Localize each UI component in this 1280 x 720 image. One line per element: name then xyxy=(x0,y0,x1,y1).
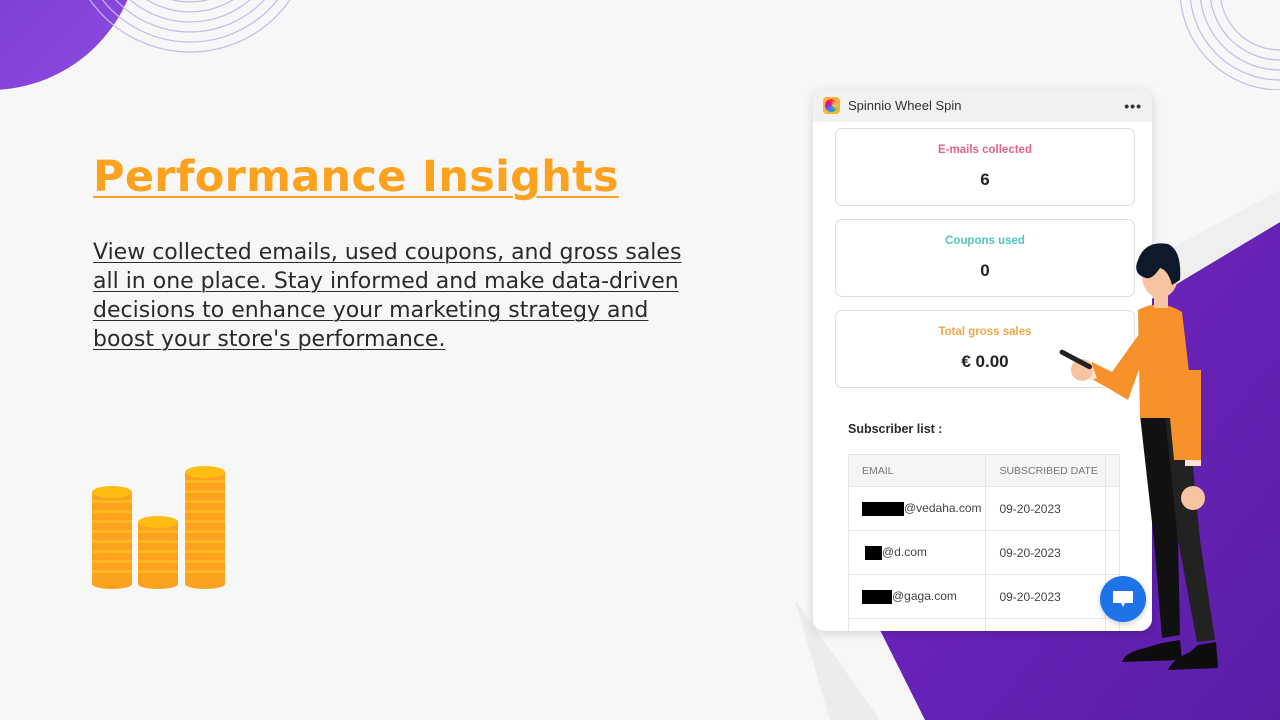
spinnio-wheel-icon xyxy=(823,97,840,114)
more-options-button[interactable]: ••• xyxy=(1124,98,1142,114)
redacted-block xyxy=(862,501,904,516)
coin-stacks-icon xyxy=(92,466,225,589)
email-cell: @d.com xyxy=(847,530,987,575)
stat-card-emails: E-mails collected 6 xyxy=(835,128,1135,206)
decorative-rings-top-right xyxy=(1179,0,1280,90)
email-cell: @vedaha.com xyxy=(847,486,987,531)
email-cell xyxy=(847,618,987,631)
email-cell: @gaga.com xyxy=(847,574,987,619)
redacted-block xyxy=(865,545,882,560)
app-name: Spinnio Wheel Spin xyxy=(848,98,962,113)
chat-bubble-icon xyxy=(1113,591,1133,607)
redacted-block xyxy=(862,589,892,604)
panel-header: Spinnio Wheel Spin ••• xyxy=(813,89,1152,122)
decorative-purple-blob xyxy=(0,0,140,90)
email-text: @d.com xyxy=(882,545,927,560)
page-description: View collected emails, used coupons, and… xyxy=(93,240,682,352)
email-text: @vedaha.com xyxy=(904,501,982,516)
chat-button[interactable] xyxy=(1100,576,1146,622)
person-illustration xyxy=(1059,243,1218,670)
stat-label: E-mails collected xyxy=(938,144,1032,156)
page-title: Performance Insights xyxy=(93,152,619,202)
email-text: @gaga.com xyxy=(892,589,957,604)
column-header-email[interactable]: EMAIL xyxy=(847,454,987,487)
stat-value: 6 xyxy=(980,170,990,189)
